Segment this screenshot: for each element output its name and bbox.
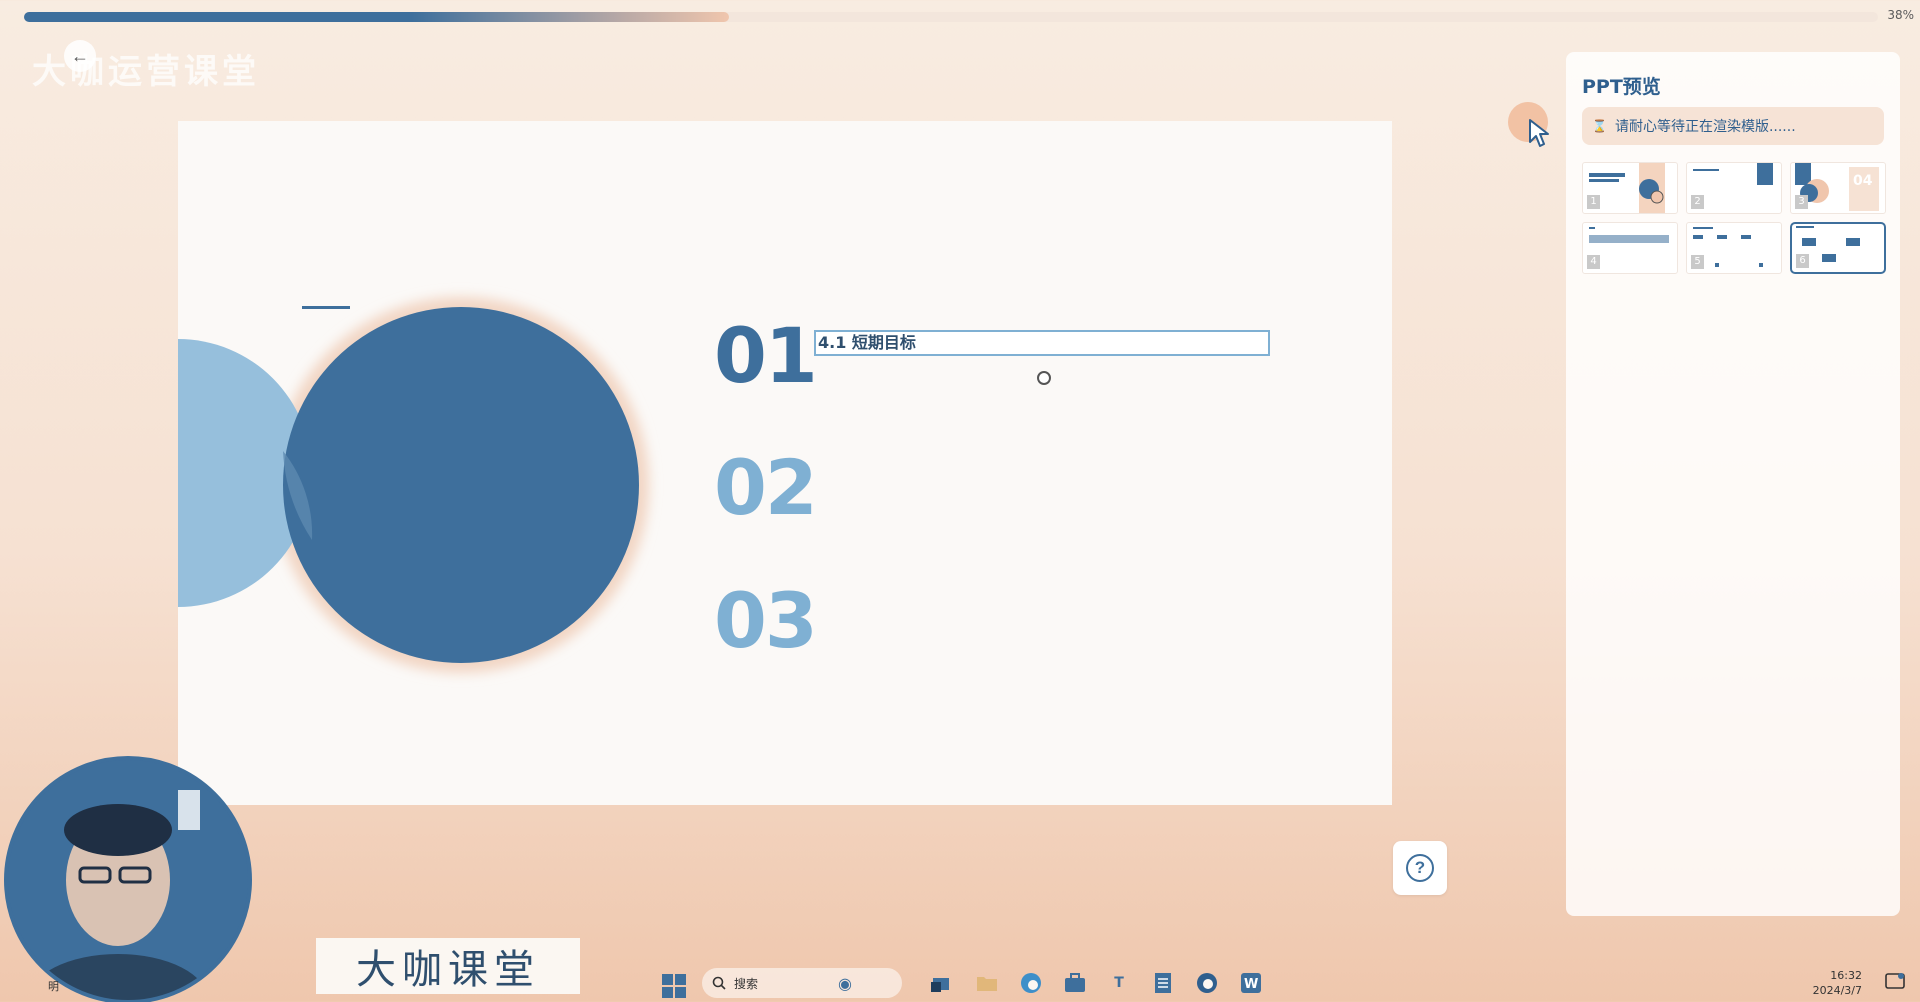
thumbnail-number: 5: [1691, 255, 1704, 269]
windows-start-icon[interactable]: [662, 974, 686, 998]
render-notice: ⌛ 请耐心等待正在渲染模版......: [1582, 107, 1884, 145]
render-notice-text: 请耐心等待正在渲染模版......: [1614, 119, 1796, 135]
slide-thumbnail-1[interactable]: 1: [1582, 162, 1678, 214]
dark-blue-circle[interactable]: [283, 307, 639, 663]
slide-thumbnail-3[interactable]: 04 3: [1790, 162, 1886, 214]
arrow-left-icon: ←: [71, 45, 89, 66]
rotate-handle-icon[interactable]: [1037, 371, 1051, 385]
clock-date: 2024/3/7: [1812, 984, 1862, 997]
thumbnail-number: 1: [1587, 195, 1600, 209]
files-icon[interactable]: [928, 970, 954, 996]
render-progress-fill: [24, 12, 729, 22]
notification-icon[interactable]: [1884, 972, 1906, 992]
svg-text:04: 04: [1853, 173, 1873, 189]
svg-text:W: W: [1244, 977, 1258, 992]
section-title-textbox[interactable]: 4.1 短期目标: [814, 330, 1270, 356]
thumbnail-number: 3: [1795, 195, 1808, 209]
thumbnail-number: 2: [1691, 195, 1704, 209]
search-icon: [712, 976, 726, 990]
system-clock[interactable]: 16:32 2024/3/7: [1813, 968, 1862, 998]
store-icon[interactable]: [1062, 970, 1088, 996]
clock-time: 16:32: [1830, 969, 1862, 982]
question-mark-icon: ?: [1406, 854, 1434, 882]
slide-thumbnail-2[interactable]: 2: [1686, 162, 1782, 214]
hourglass-icon: ⌛: [1592, 119, 1607, 133]
notepad-icon[interactable]: [1150, 970, 1176, 996]
ppt-preview-panel: PPT预览 ⌛ 请耐心等待正在渲染模版...... 1 2 04 3 4 5 6: [1566, 52, 1900, 916]
typora-icon[interactable]: T: [1106, 970, 1132, 996]
folder-icon[interactable]: [974, 970, 1000, 996]
edge-icon[interactable]: [1018, 970, 1044, 996]
search-label: 搜索: [734, 976, 759, 991]
edge-dev-icon[interactable]: [1194, 970, 1220, 996]
slide-thumbnail-6[interactable]: 6: [1790, 222, 1886, 274]
copilot-icon: ◉: [838, 973, 852, 993]
slide-accent-line: [302, 306, 350, 309]
render-progress-label: 38%: [1887, 8, 1914, 22]
weather-widget[interactable]: 明: [48, 978, 59, 994]
slide-canvas[interactable]: 01 02 03 4.1 短期目标: [178, 121, 1392, 805]
thumbnail-number: 6: [1796, 254, 1809, 268]
thumbnail-number: 4: [1587, 255, 1600, 269]
mouse-cursor-icon: [1529, 119, 1549, 147]
word-icon[interactable]: W: [1238, 970, 1264, 996]
slide-thumbnail-4[interactable]: 4: [1582, 222, 1678, 274]
section-number-01[interactable]: 01: [714, 311, 818, 400]
panel-title: PPT预览: [1582, 76, 1661, 98]
section-number-03[interactable]: 03: [714, 576, 818, 665]
windows-taskbar: 明 搜索 ◉ T W 16:32 2024/3/7: [0, 952, 1920, 1002]
slide-thumbnail-5[interactable]: 5: [1686, 222, 1782, 274]
taskbar-search-box[interactable]: 搜索 ◉: [702, 968, 902, 998]
back-button[interactable]: ←: [64, 40, 96, 72]
render-progress-bar: [24, 12, 1878, 22]
slide-thumbnails: 1 2 04 3 4 5 6: [1582, 162, 1888, 274]
help-button[interactable]: ?: [1393, 841, 1447, 895]
section-number-02[interactable]: 02: [714, 443, 818, 532]
